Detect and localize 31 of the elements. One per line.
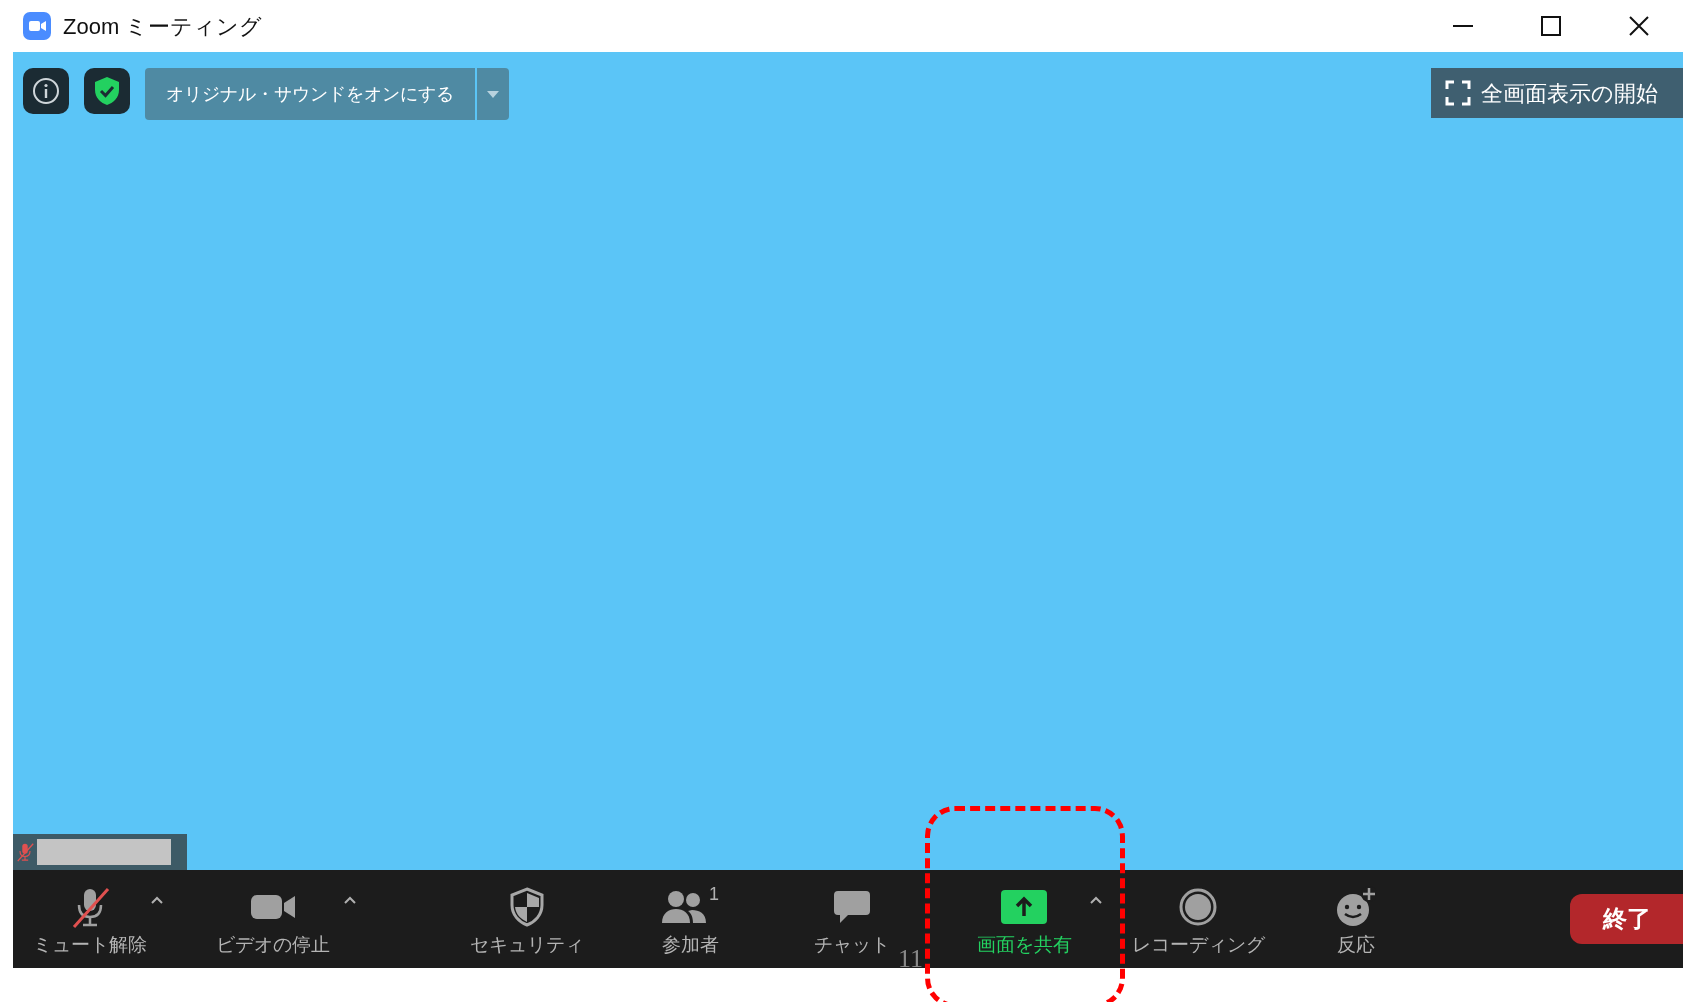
smiley-plus-icon <box>1335 885 1377 928</box>
close-icon <box>1629 16 1649 36</box>
share-toolbar-button[interactable]: 画面を共有 <box>964 874 1084 964</box>
speech-bubble-icon <box>832 888 872 925</box>
record-icon <box>1178 886 1218 927</box>
info-icon <box>32 77 60 105</box>
encryption-button[interactable] <box>84 68 130 114</box>
record-toolbar-button[interactable]: レコーディング <box>1128 874 1268 964</box>
dropdown-arrow-icon <box>487 90 499 98</box>
fullscreen-button[interactable]: 全画面表示の開始 <box>1431 68 1683 118</box>
shield-icon <box>509 886 545 927</box>
caret-icon <box>151 896 163 904</box>
info-button[interactable] <box>23 68 69 114</box>
window-title: Zoom ミーティング <box>63 12 263 41</box>
people-icon <box>661 888 707 925</box>
reactions-toolbar-button[interactable]: 反応 <box>1311 874 1401 964</box>
security-toolbar-button[interactable]: セキュリティ <box>467 874 587 964</box>
minimize-icon <box>1453 25 1473 27</box>
participant-count: 1 <box>709 884 719 903</box>
participants-toolbar-button[interactable]: 1 参加者 <box>635 874 745 964</box>
fullscreen-icon <box>1445 80 1471 106</box>
caret-icon <box>1090 896 1102 904</box>
mic-toolbar-button[interactable]: ミュート解除 <box>35 874 145 964</box>
end-meeting-button[interactable]: 終了 <box>1570 894 1683 944</box>
original-sound-button[interactable]: オリジナル・サウンドをオンにする <box>145 68 475 120</box>
shield-check-icon <box>94 76 120 106</box>
overlay-number: 11 <box>898 946 924 972</box>
caret-icon <box>344 896 356 904</box>
video-toolbar-button[interactable]: ビデオの停止 <box>208 874 338 964</box>
maximize-icon <box>1541 16 1561 36</box>
app-logo-icon <box>23 12 51 40</box>
